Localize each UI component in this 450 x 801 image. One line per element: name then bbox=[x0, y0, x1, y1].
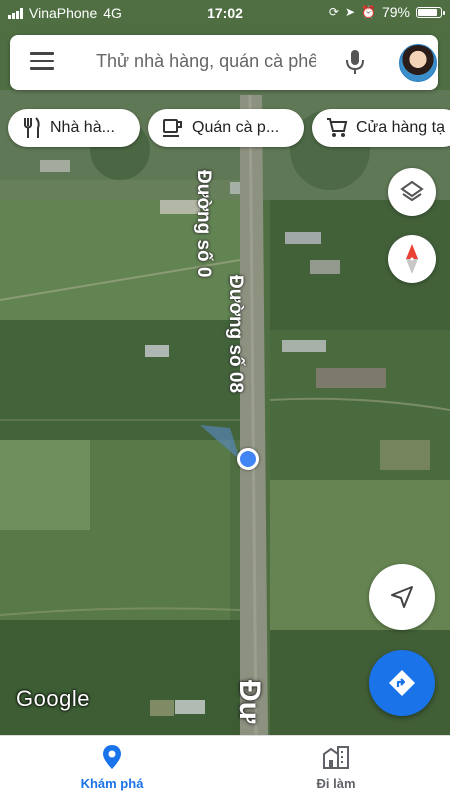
tab-commute[interactable]: Đi làm bbox=[266, 744, 406, 791]
compass-icon bbox=[406, 244, 418, 274]
map-pin-icon bbox=[103, 745, 121, 769]
directions-button[interactable] bbox=[369, 650, 435, 716]
navigation-arrow-icon bbox=[391, 586, 413, 608]
restaurant-icon bbox=[24, 117, 40, 138]
search-input[interactable]: Thử nhà hàng, quán cà phê bbox=[96, 51, 316, 72]
my-location-button[interactable] bbox=[369, 564, 435, 630]
menu-icon[interactable] bbox=[30, 52, 54, 72]
location-services-icon: ➤ bbox=[344, 5, 356, 19]
layers-icon bbox=[400, 180, 424, 202]
bottom-navigation: Khám phá Đi làm bbox=[0, 735, 450, 801]
road-label-bottom: Đư bbox=[233, 680, 266, 724]
tab-explore-label: Khám phá bbox=[80, 776, 144, 791]
google-logo: Google bbox=[16, 686, 90, 711]
alarm-icon: ⏰ bbox=[361, 5, 376, 19]
chip-coffee[interactable]: Quán cà p... bbox=[148, 109, 304, 147]
compass-button[interactable] bbox=[388, 235, 436, 283]
current-location-dot bbox=[237, 448, 259, 470]
search-bar[interactable]: Thử nhà hàng, quán cà phê bbox=[10, 35, 438, 90]
layers-button[interactable] bbox=[388, 168, 436, 216]
road-label-main: Đường số 08 bbox=[225, 275, 246, 394]
commute-buildings-icon bbox=[323, 746, 349, 769]
shopping-cart-icon bbox=[327, 118, 348, 137]
chip-store-label: Cửa hàng tạ bbox=[356, 119, 445, 136]
battery-percent: 79% bbox=[381, 4, 410, 20]
battery-icon bbox=[416, 6, 445, 18]
mic-icon[interactable] bbox=[344, 49, 366, 80]
tab-explore[interactable]: Khám phá bbox=[42, 744, 182, 791]
tab-commute-label: Đi làm bbox=[316, 776, 356, 791]
user-avatar[interactable] bbox=[399, 44, 437, 82]
chip-restaurants-label: Nhà hà... bbox=[50, 119, 115, 136]
category-chips: Nhà hà... Quán cà p... Cửa hàng tạ bbox=[0, 109, 450, 149]
chip-convenience-store[interactable]: Cửa hàng tạ bbox=[312, 109, 450, 147]
directions-icon bbox=[389, 670, 415, 696]
chip-restaurants[interactable]: Nhà hà... bbox=[8, 109, 140, 147]
status-bar: VinaPhone 4G 17:02 ⟳ ➤ ⏰ 79% bbox=[0, 0, 450, 26]
rotation-lock-icon: ⟳ bbox=[328, 5, 339, 19]
chip-coffee-label: Quán cà p... bbox=[192, 119, 280, 136]
coffee-icon bbox=[163, 119, 182, 137]
road-label-upper: Đường số 0 bbox=[193, 170, 214, 278]
